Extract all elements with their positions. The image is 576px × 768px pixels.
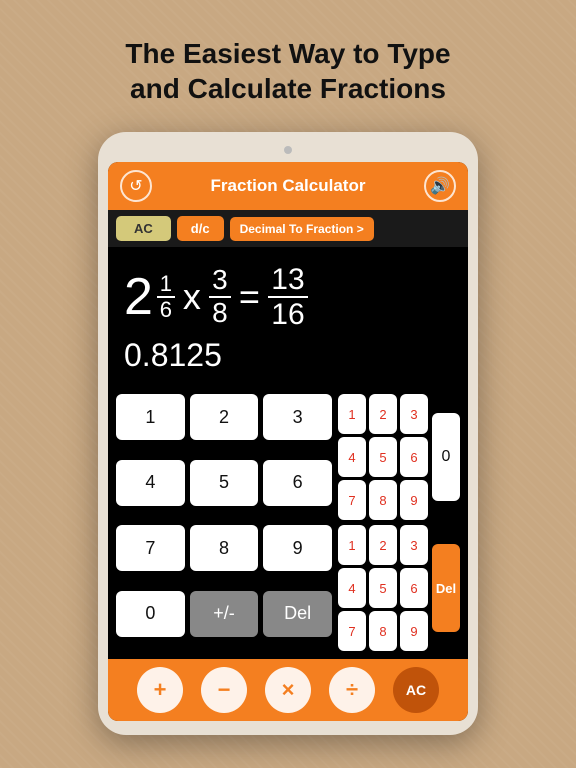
fk-t-0[interactable]: 0 xyxy=(432,413,460,501)
fk-t-1[interactable]: 1 xyxy=(338,394,366,434)
dc-button[interactable]: d/c xyxy=(177,216,224,241)
fraction-display: 2 1 6 x 3 8 = xyxy=(124,263,452,331)
display-area: 2 1 6 x 3 8 = xyxy=(108,247,468,390)
fk-t-6[interactable]: 6 xyxy=(400,437,428,477)
key-2[interactable]: 2 xyxy=(190,394,259,440)
fk-b-4[interactable]: 4 xyxy=(338,568,366,608)
key-5[interactable]: 5 xyxy=(190,460,259,506)
decimal-display: 0.8125 xyxy=(124,335,452,382)
fk-b-del[interactable]: Del xyxy=(432,544,460,632)
key-3[interactable]: 3 xyxy=(263,394,332,440)
second-numerator: 3 xyxy=(212,265,228,296)
first-denominator: 6 xyxy=(160,298,172,322)
fk-b-6[interactable]: 6 xyxy=(400,568,428,608)
refresh-icon[interactable]: ↺ xyxy=(120,170,152,202)
key-1[interactable]: 1 xyxy=(116,394,185,440)
fk-t-3[interactable]: 3 xyxy=(400,394,428,434)
fk-b-9[interactable]: 9 xyxy=(400,611,428,651)
key-del-main[interactable]: Del xyxy=(263,591,332,637)
fk-b-7[interactable]: 7 xyxy=(338,611,366,651)
op-divide[interactable]: ÷ xyxy=(329,667,375,713)
operator-bar: + − × ÷ AC xyxy=(108,659,468,721)
key-plusminus[interactable]: +/- xyxy=(190,591,259,637)
fk-t-9[interactable]: 9 xyxy=(400,480,428,520)
op-add[interactable]: + xyxy=(137,667,183,713)
decimal-to-fraction-button[interactable]: Decimal To Fraction > xyxy=(230,217,374,241)
key-4[interactable]: 4 xyxy=(116,460,185,506)
key-8[interactable]: 8 xyxy=(190,525,259,571)
tablet-camera xyxy=(284,146,292,154)
toolbar: AC d/c Decimal To Fraction > xyxy=(108,210,468,247)
equals-symbol: = xyxy=(237,276,262,318)
op-subtract[interactable]: − xyxy=(201,667,247,713)
fraction-keypad-top: 1 2 3 4 5 6 7 8 9 xyxy=(338,394,428,520)
whole-number: 2 xyxy=(124,271,153,323)
fk-b-5[interactable]: 5 xyxy=(369,568,397,608)
second-denominator: 8 xyxy=(212,298,228,329)
fk-b-3[interactable]: 3 xyxy=(400,525,428,565)
fk-t-5[interactable]: 5 xyxy=(369,437,397,477)
second-fraction: 3 8 xyxy=(209,265,231,329)
fk-b-1[interactable]: 1 xyxy=(338,525,366,565)
ac-button[interactable]: AC xyxy=(116,216,171,241)
operator-symbol: x xyxy=(181,276,203,318)
fk-t-4[interactable]: 4 xyxy=(338,437,366,477)
headline: The Easiest Way to Type and Calculate Fr… xyxy=(85,18,490,120)
header-bar: ↺ Fraction Calculator 🔊 xyxy=(108,162,468,210)
fraction-keypad-bot-wrap: 1 2 3 4 5 6 7 8 9 Del xyxy=(338,525,460,651)
main-keypad: 1 2 3 4 5 6 7 8 9 0 +/- Del xyxy=(116,394,332,651)
result-denominator: 16 xyxy=(271,298,304,331)
key-6[interactable]: 6 xyxy=(263,460,332,506)
tablet-wrapper: ↺ Fraction Calculator 🔊 AC d/c Decimal T… xyxy=(98,132,478,735)
key-9[interactable]: 9 xyxy=(263,525,332,571)
first-mixed-number: 2 1 6 xyxy=(124,271,175,323)
fk-t-2[interactable]: 2 xyxy=(369,394,397,434)
keypad-area: 1 2 3 4 5 6 7 8 9 0 +/- Del 1 2 xyxy=(108,390,468,659)
fk-t-7[interactable]: 7 xyxy=(338,480,366,520)
fraction-keypad-top-wrap: 1 2 3 4 5 6 7 8 9 0 xyxy=(338,394,460,520)
tablet-screen: ↺ Fraction Calculator 🔊 AC d/c Decimal T… xyxy=(108,162,468,721)
first-numerator: 1 xyxy=(160,272,172,296)
result-fraction: 13 16 xyxy=(268,263,308,331)
result-numerator: 13 xyxy=(271,263,304,296)
fraction-keypads-container: 1 2 3 4 5 6 7 8 9 0 1 xyxy=(338,394,460,651)
fk-b-2[interactable]: 2 xyxy=(369,525,397,565)
key-7[interactable]: 7 xyxy=(116,525,185,571)
op-ac[interactable]: AC xyxy=(393,667,439,713)
key-0[interactable]: 0 xyxy=(116,591,185,637)
fraction-keypad-bot: 1 2 3 4 5 6 7 8 9 xyxy=(338,525,428,651)
app-title: Fraction Calculator xyxy=(211,176,366,196)
sound-icon[interactable]: 🔊 xyxy=(424,170,456,202)
fk-b-8[interactable]: 8 xyxy=(369,611,397,651)
op-multiply[interactable]: × xyxy=(265,667,311,713)
fk-t-8[interactable]: 8 xyxy=(369,480,397,520)
first-fraction: 1 6 xyxy=(157,272,175,322)
headline-container: The Easiest Way to Type and Calculate Fr… xyxy=(45,0,530,132)
